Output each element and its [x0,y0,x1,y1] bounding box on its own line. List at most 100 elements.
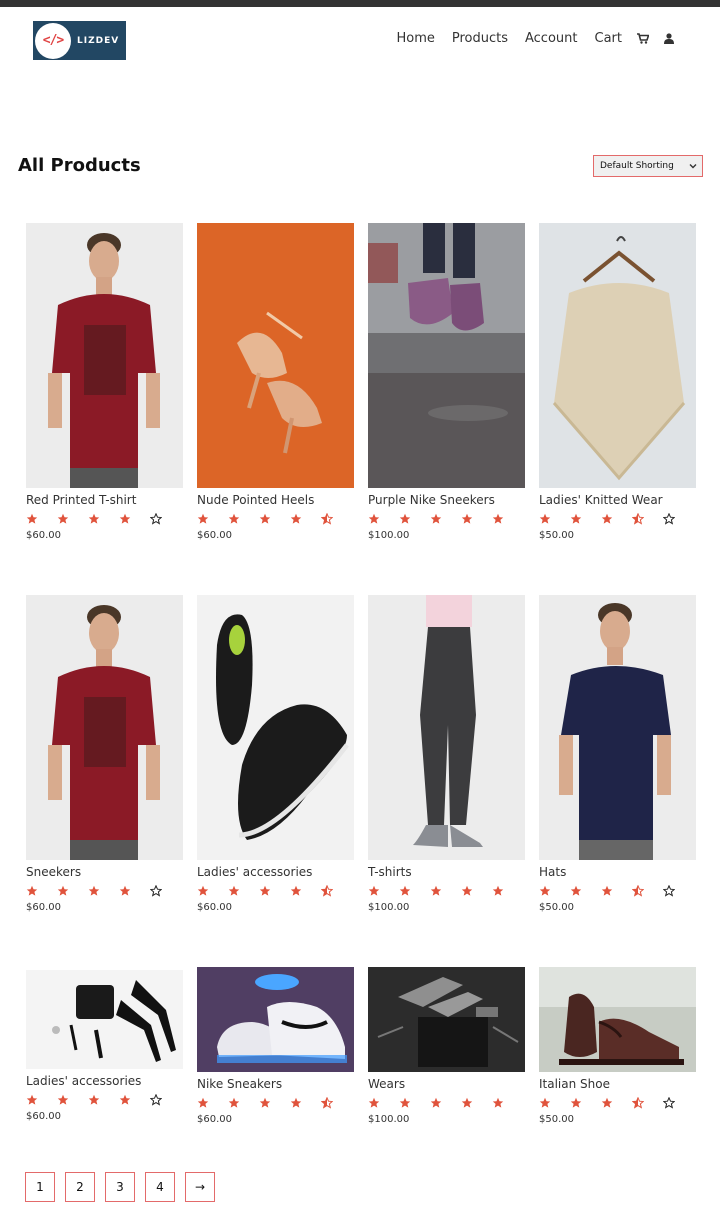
product-image[interactable] [368,967,525,1072]
star-half-icon [321,513,352,525]
main-nav: Home Products Account Cart [379,31,674,46]
page-title: All Products [18,155,141,176]
nav-cart[interactable]: Cart [595,31,623,46]
star-full-icon [399,1097,430,1109]
page-1-button[interactable]: 1 [25,1172,55,1202]
nav-account[interactable]: Account [525,31,578,46]
product-name[interactable]: Italian Shoe [539,1077,610,1091]
product-image[interactable] [197,967,354,1072]
star-full-icon [88,513,119,525]
star-empty-icon [150,513,181,525]
star-full-icon [57,885,88,897]
star-full-icon [228,885,259,897]
star-rating [197,1097,352,1109]
star-full-icon [601,885,632,897]
page-3-button[interactable]: 3 [105,1172,135,1202]
product-name[interactable]: Sneekers [26,865,81,879]
star-full-icon [368,513,399,525]
product-name[interactable]: Nike Sneakers [197,1077,282,1091]
product-name[interactable]: Ladies' accessories [26,1074,141,1088]
sort-value: Default Shorting [600,161,674,171]
star-full-icon [601,513,632,525]
star-empty-icon [150,1094,181,1106]
chevron-down-icon [689,164,697,169]
product-name[interactable]: Nude Pointed Heels [197,493,314,507]
star-rating [197,513,352,525]
star-half-icon [632,1097,663,1109]
star-full-icon [570,1097,601,1109]
product-image[interactable] [197,595,354,860]
star-rating [539,513,694,525]
sort-select[interactable]: Default Shorting [593,155,703,177]
product-image[interactable] [368,223,525,488]
product-image[interactable] [26,970,183,1069]
page-4-button[interactable]: 4 [145,1172,175,1202]
star-full-icon [197,1097,228,1109]
product-image[interactable] [197,223,354,488]
product-image[interactable] [539,595,696,860]
star-full-icon [119,513,150,525]
star-full-icon [399,513,430,525]
star-rating [368,513,523,525]
nav-home[interactable]: Home [396,31,434,46]
product-price: $50.00 [539,902,574,913]
star-full-icon [430,1097,461,1109]
nav-products[interactable]: Products [452,31,508,46]
next-page-button[interactable]: → [185,1172,215,1202]
product-price: $100.00 [368,530,410,541]
star-rating [26,1094,181,1106]
star-half-icon [632,513,663,525]
product-image[interactable] [539,967,696,1072]
star-full-icon [539,885,570,897]
star-full-icon [88,885,119,897]
star-full-icon [228,1097,259,1109]
product-price: $100.00 [368,1114,410,1125]
product-image[interactable] [539,223,696,488]
product-price: $60.00 [197,902,232,913]
product-price: $60.00 [26,902,61,913]
star-full-icon [492,1097,523,1109]
product-price: $50.00 [539,530,574,541]
star-full-icon [259,513,290,525]
cart-icon[interactable] [637,33,649,44]
title-row: All Products Default Shorting [18,155,703,177]
star-empty-icon [150,885,181,897]
star-full-icon [492,885,523,897]
user-icon[interactable] [664,33,674,44]
star-full-icon [290,885,321,897]
product-image[interactable] [26,595,183,860]
star-full-icon [570,885,601,897]
product-name[interactable]: Red Printed T-shirt [26,493,136,507]
product-name[interactable]: T-shirts [368,865,412,879]
product-price: $100.00 [368,902,410,913]
star-half-icon [321,1097,352,1109]
product-name[interactable]: Wears [368,1077,405,1091]
star-rating [539,885,694,897]
star-rating [26,513,181,525]
product-name[interactable]: Ladies' accessories [197,865,312,879]
star-full-icon [368,1097,399,1109]
product-price: $60.00 [26,1111,61,1122]
top-bar [0,0,720,7]
star-rating [368,1097,523,1109]
product-image[interactable] [26,223,183,488]
star-full-icon [228,513,259,525]
star-full-icon [290,1097,321,1109]
page-2-button[interactable]: 2 [65,1172,95,1202]
star-full-icon [119,1094,150,1106]
star-full-icon [26,1094,57,1106]
star-empty-icon [663,885,694,897]
star-full-icon [197,513,228,525]
star-rating [368,885,523,897]
product-name[interactable]: Purple Nike Sneekers [368,493,495,507]
star-full-icon [570,513,601,525]
product-image[interactable] [368,595,525,860]
product-name[interactable]: Ladies' Knitted Wear [539,493,663,507]
star-rating [539,1097,694,1109]
brand-logo[interactable]: </> LIZDEV [33,21,126,60]
product-price: $60.00 [197,1114,232,1125]
star-full-icon [57,513,88,525]
star-full-icon [26,513,57,525]
product-price: $60.00 [197,530,232,541]
product-name[interactable]: Hats [539,865,566,879]
